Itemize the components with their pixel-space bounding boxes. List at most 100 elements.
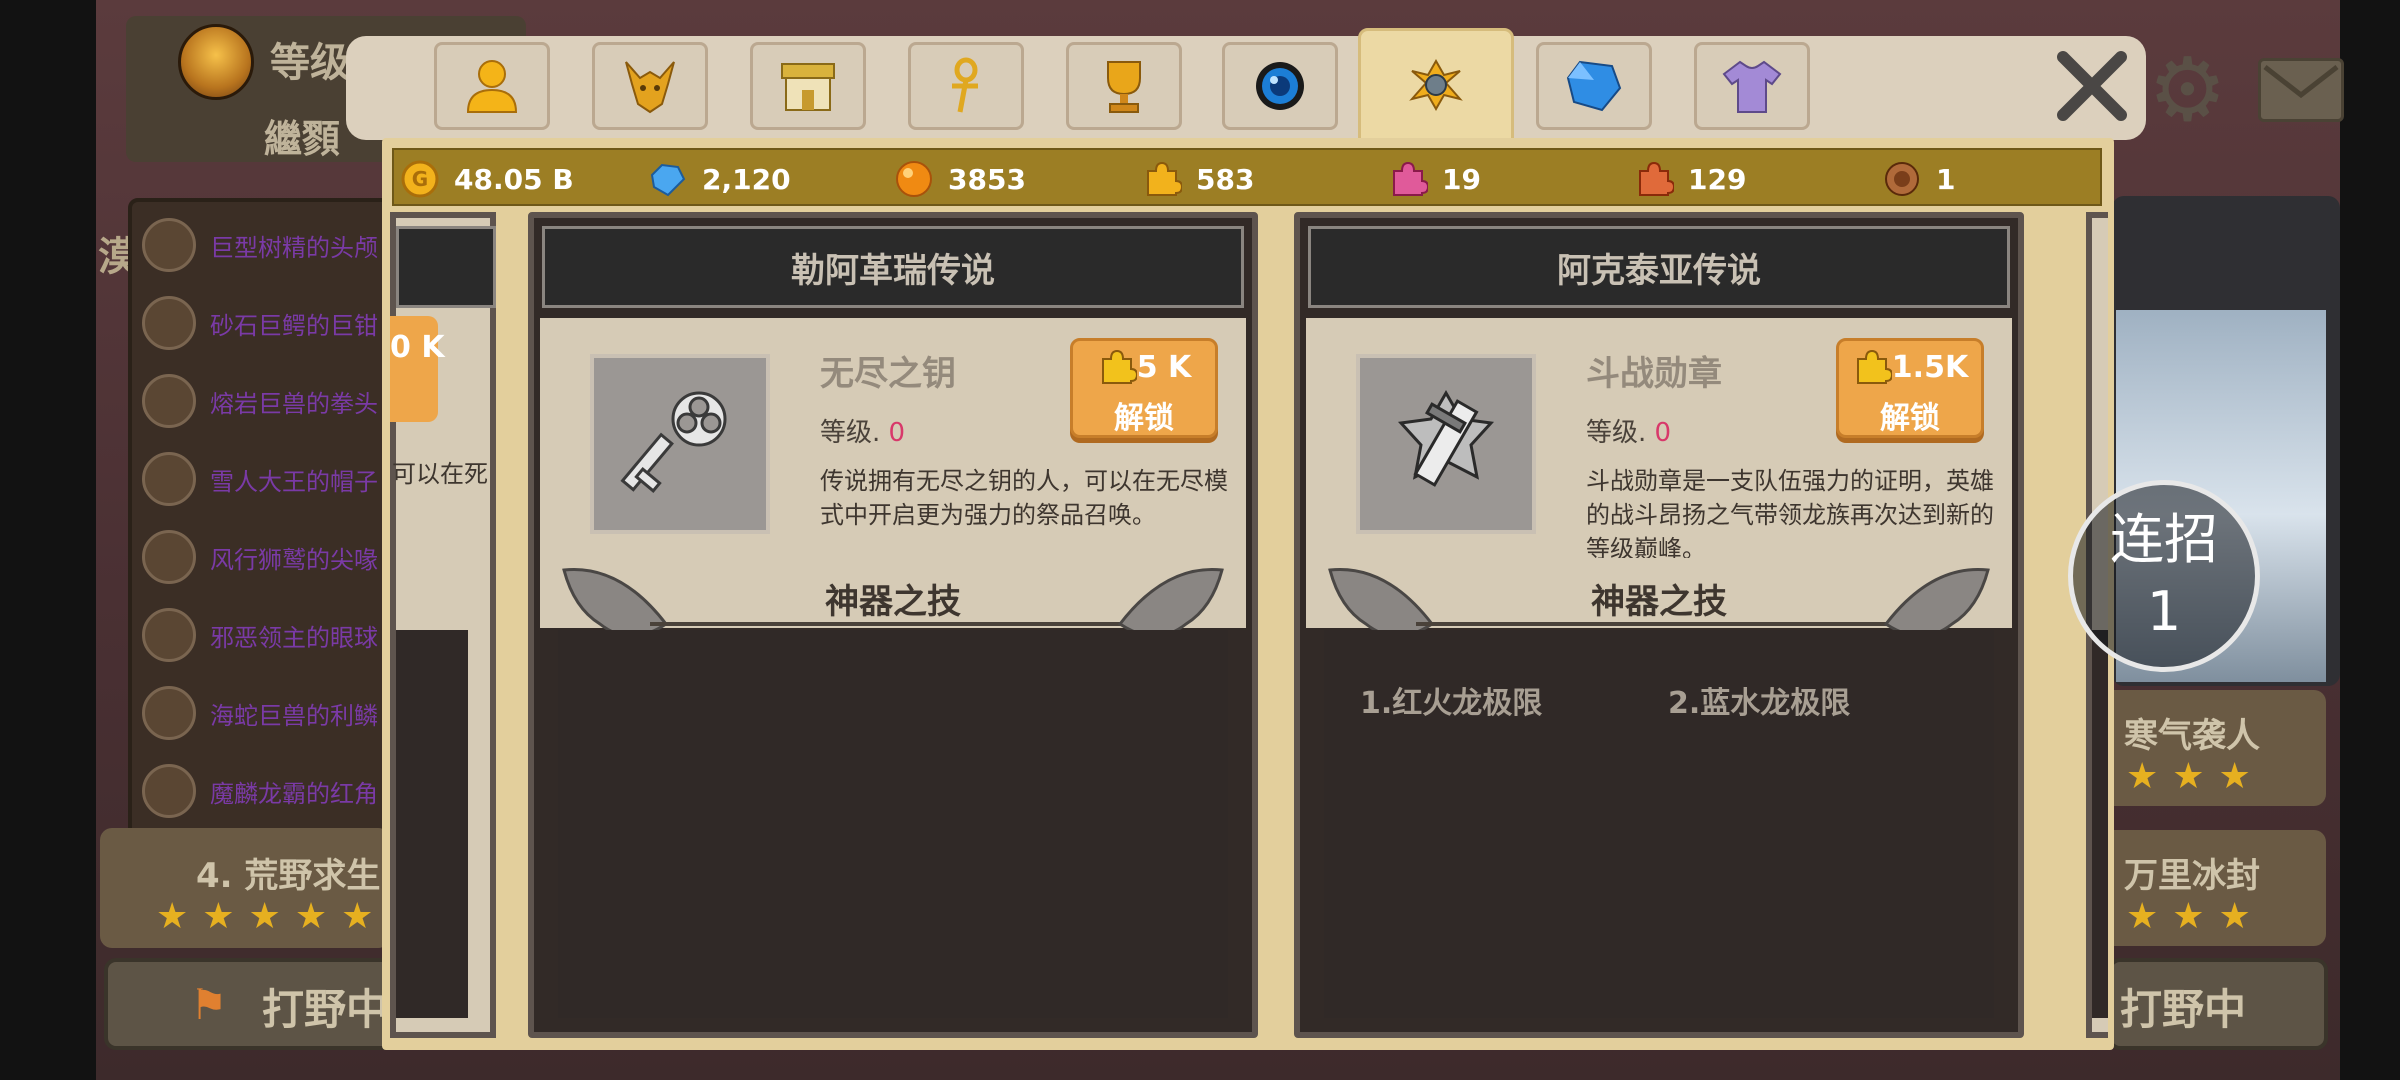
skills-header: 神器之技 xyxy=(540,558,1246,638)
unlock-button[interactable]: 5 K 解锁 xyxy=(1070,338,1218,438)
tab-hero[interactable] xyxy=(434,42,550,130)
unlock-cost: 1.5K xyxy=(1891,349,1969,385)
currency-token: 1 xyxy=(1882,150,1955,208)
list-item[interactable]: 海蛇巨兽的利鳞 xyxy=(142,682,392,744)
skills-box xyxy=(396,630,468,1018)
artifact-info: 斗战勋章 等级. 0 斗战勋章是一支队伍强力的证明，英雄的战斗昂扬之气带领龙族再… xyxy=(1306,318,2012,563)
artifact-info: 无尽之钥 等级. 0 传说拥有无尽之钥的人，可以在无尽模式中开启更为强力的祭品召… xyxy=(540,318,1246,558)
skills-box xyxy=(558,630,1228,1018)
svg-text:G: G xyxy=(412,167,428,191)
tab-orb[interactable] xyxy=(1222,42,1338,130)
trophy-icon xyxy=(142,608,196,662)
unlock-cost-partial: 0 K xyxy=(390,330,445,365)
artifact-description: 斗战勋章是一支队伍强力的证明，英雄的战斗昂扬之气带领龙族再次达到新的等级巅峰。 xyxy=(1586,467,1994,563)
hunt-button-left-label: 打野中 xyxy=(262,985,389,1034)
artifact-slot[interactable] xyxy=(590,354,770,534)
unlock-label: 解锁 xyxy=(1880,401,1940,436)
dragon-head-icon xyxy=(625,61,675,114)
stage-stars: ★★★★★ xyxy=(156,896,388,937)
artifact-panel: 勒阿革瑞传说 无尽之钥 等级. 0 传说拥有无尽之钥的人，可以在无尽模式中开启更… xyxy=(528,212,1258,1038)
pink-puzzle-icon xyxy=(1388,159,1428,199)
list-item[interactable]: 雪人大王的帽子 xyxy=(142,448,392,510)
close-button[interactable] xyxy=(2050,44,2134,128)
skill-item[interactable]: 2.蓝水龙极限 xyxy=(1668,678,1850,722)
red-puzzle-icon xyxy=(1634,159,1674,199)
combo-count: 1 xyxy=(2146,580,2182,643)
unlock-cost: 5 K xyxy=(1136,349,1192,385)
list-item[interactable]: 风行狮鹫的尖喙 xyxy=(142,526,392,588)
gold-puzzle-icon xyxy=(1142,159,1182,199)
list-item[interactable]: 巨型树精的头颅 xyxy=(142,214,392,276)
combo-button[interactable]: 连招 1 xyxy=(2068,480,2260,672)
artifact-description: 传说拥有无尽之钥的人，可以在无尽模式中开启更为强力的祭品召唤。 xyxy=(820,467,1228,529)
stage-stars: ★★★ xyxy=(2126,756,2265,797)
ankh-key-icon xyxy=(952,57,978,113)
bronze-token-icon xyxy=(1882,159,1922,199)
artifact-icon xyxy=(1409,58,1463,112)
letterbox-right xyxy=(2340,0,2400,1080)
gold-puzzle-icon xyxy=(1101,349,1137,384)
gear-icon[interactable]: ⚙ xyxy=(2148,44,2240,136)
panel-title: 阿克泰亚传说 xyxy=(1557,250,1761,291)
list-item[interactable]: 砂石巨鳄的巨钳 xyxy=(142,292,392,354)
level-label: 等级 xyxy=(270,40,350,86)
trophy-icon xyxy=(142,218,196,272)
endless-key-icon xyxy=(620,391,727,494)
tab-trophy[interactable] xyxy=(1066,42,1182,130)
list-item[interactable]: 魔麟龙霸的红角 xyxy=(142,760,392,822)
unlock-button[interactable]: 1.5K 解锁 xyxy=(1836,338,1984,438)
trophy-icon xyxy=(1107,61,1141,113)
letterbox-left xyxy=(0,0,96,1080)
tab-dragon[interactable] xyxy=(592,42,708,130)
stage-title: 寒气袭人 xyxy=(2124,716,2260,756)
blue-orb-icon xyxy=(1256,62,1304,110)
currency-gold: G 48.05 B xyxy=(400,150,574,208)
tab-shop[interactable] xyxy=(750,42,866,130)
panel-title: 勒阿革瑞传说 xyxy=(791,250,995,291)
shirt-icon xyxy=(1722,60,1782,113)
artifact-name: 无尽之钥 xyxy=(820,354,956,394)
tab-outfit[interactable] xyxy=(1694,42,1810,130)
close-icon xyxy=(2057,51,2127,121)
description-partial: 可以在死 xyxy=(392,460,488,488)
trophy-icon xyxy=(142,374,196,428)
tab-artifact[interactable] xyxy=(1358,28,1514,142)
currency-puzzle-gold: 583 xyxy=(1142,150,1254,208)
trophy-icon xyxy=(142,686,196,740)
shop-icon xyxy=(781,63,835,111)
currency-puzzle-pink: 19 xyxy=(1388,150,1481,208)
panel-header: 勒阿革瑞传说 xyxy=(542,226,1244,308)
mail-icon[interactable] xyxy=(2258,58,2344,122)
artifact-slot[interactable] xyxy=(1356,354,1536,534)
battle-medal-icon xyxy=(1397,389,1495,487)
hero-avatar-icon[interactable] xyxy=(178,24,254,100)
gold-coin-icon: G xyxy=(400,159,440,199)
skills-header: 神器之技 xyxy=(1306,558,2012,638)
trophy-icon xyxy=(142,764,196,818)
artifact-panel: 阿克泰亚传说 斗战勋章 等级. 0 斗战勋章是一支队伍强力的证明，英雄的战斗昂扬… xyxy=(1294,212,2024,1038)
skill-item[interactable]: 1.红火龙极限 xyxy=(1360,678,1542,722)
panel-header: 阿克泰亚传说 xyxy=(1308,226,2010,308)
flag-icon: ⚑ xyxy=(190,980,228,1029)
skills-box xyxy=(2092,630,2108,1018)
person-icon xyxy=(466,60,518,113)
combo-label: 连招 xyxy=(2110,508,2218,571)
level-value: 0 xyxy=(1654,418,1672,448)
tab-key[interactable] xyxy=(908,42,1024,130)
list-item[interactable]: 熔岩巨兽的拳头 xyxy=(142,370,392,432)
trophy-icon xyxy=(142,452,196,506)
artifact-name: 斗战勋章 xyxy=(1586,354,1722,394)
tab-gem[interactable] xyxy=(1536,42,1652,130)
currency-bar: G 48.05 B 2,120 3853 583 19 129 1 xyxy=(392,148,2102,206)
hunt-button-right-label: 打野中 xyxy=(2120,985,2247,1034)
stage-stars: ★★★ xyxy=(2126,896,2265,937)
artifact-level: 等级. 0 xyxy=(1586,418,1672,448)
skills-box: 1.红火龙极限 2.蓝水龙极限 xyxy=(1324,630,1994,1018)
level-value: 0 xyxy=(888,418,906,448)
trophy-icon xyxy=(142,296,196,350)
orange-orb-icon xyxy=(894,159,934,199)
stage-title: 4. 荒野求生 xyxy=(196,856,381,896)
list-item[interactable]: 邪恶领主的眼球 xyxy=(142,604,392,666)
currency-orb: 3853 xyxy=(894,150,1026,208)
blue-gem-icon xyxy=(1566,60,1622,112)
